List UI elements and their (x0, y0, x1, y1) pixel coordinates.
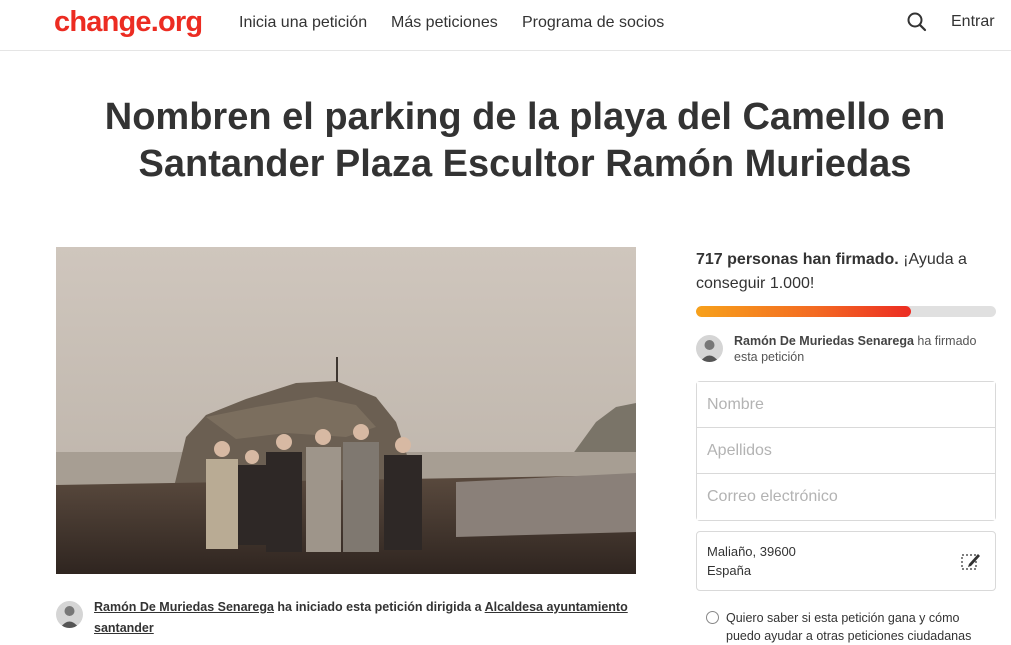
search-icon[interactable] (906, 11, 928, 33)
petition-starter: Ramón De Muriedas Senarega ha iniciado e… (56, 597, 636, 639)
progress-bar (696, 306, 996, 317)
last-name-input[interactable] (697, 428, 995, 474)
location-country: España (707, 563, 752, 578)
recent-signer-name: Ramón De Muriedas Senarega (734, 334, 914, 348)
top-nav: change.org Inicia una petición Más petic… (0, 0, 1011, 51)
sign-sidebar: 717 personas han firmado. ¡Ayuda a conse… (696, 248, 996, 645)
login-link[interactable]: Entrar (951, 13, 995, 31)
starter-name-link[interactable]: Ramón De Muriedas Senarega (94, 600, 274, 614)
edit-location-icon[interactable] (961, 551, 981, 571)
signer-avatar (696, 335, 723, 362)
signature-count-bold: 717 personas han firmado. (696, 251, 899, 268)
optin-radio[interactable] (706, 611, 719, 624)
nav-partners[interactable]: Programa de socios (522, 14, 664, 32)
first-name-input[interactable] (697, 382, 995, 428)
optin-row[interactable]: Quiero saber si esta petición gana y cóm… (696, 609, 996, 645)
petition-photo (56, 247, 636, 574)
optin-text: Quiero saber si esta petición gana y cóm… (726, 611, 972, 643)
signature-count: 717 personas han firmado. ¡Ayuda a conse… (696, 248, 996, 296)
change-org-logo[interactable]: change.org (54, 6, 203, 39)
progress-bar-fill (696, 306, 912, 317)
recent-signer: Ramón De Muriedas Senarega ha firmado es… (696, 333, 996, 367)
nav-more-petitions[interactable]: Más peticiones (391, 14, 498, 32)
sign-form (696, 381, 996, 521)
location-city: Maliaño, 39600 (707, 544, 796, 559)
petition-title: Nombren el parking de la playa del Camel… (104, 96, 946, 185)
nav-start-petition[interactable]: Inicia una petición (239, 14, 367, 32)
email-input[interactable] (697, 474, 995, 520)
starter-avatar (56, 601, 83, 628)
starter-text: ha iniciado esta petición dirigida a (273, 600, 485, 614)
location-field[interactable]: Maliaño, 39600 España (696, 531, 996, 591)
